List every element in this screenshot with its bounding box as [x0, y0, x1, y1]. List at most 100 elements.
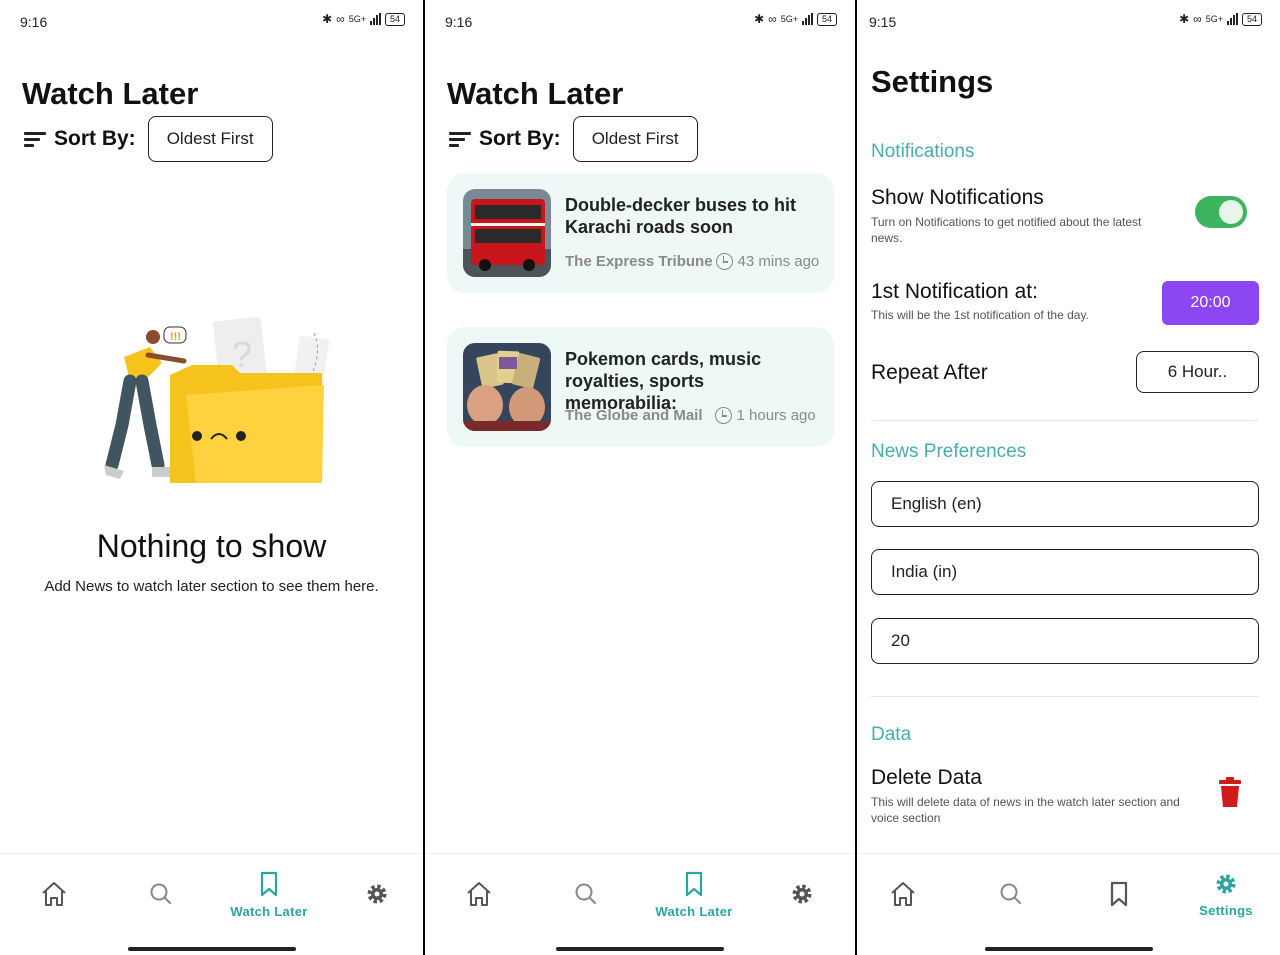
sort-label: Sort By:: [54, 127, 136, 150]
svg-text:!!!: !!!: [170, 331, 181, 343]
nav-watch-later[interactable]: [1069, 854, 1169, 934]
home-indicator: [984, 947, 1153, 951]
battery-icon: 54: [816, 12, 837, 26]
nav-home[interactable]: [857, 854, 953, 934]
section-news-preferences: News Preferences: [871, 441, 1027, 462]
article-card[interactable]: Pokemon cards, music royalties, sports m…: [447, 327, 834, 447]
nav-search[interactable]: [111, 854, 211, 934]
settings-screen: 9:15 ✱ ∞ 5G+ 54 Settings Notifications S…: [857, 0, 1280, 955]
bookmark-icon: [685, 871, 703, 896]
sort-row: Sort By: Oldest First: [449, 116, 698, 162]
page-title: Watch Later: [447, 76, 624, 111]
repeat-after-dropdown[interactable]: 6 Hour..: [1136, 351, 1259, 393]
first-notification-time-button[interactable]: 20:00: [1162, 281, 1259, 325]
clock-icon: [714, 407, 732, 424]
article-card[interactable]: Double-decker buses to hit Karachi roads…: [447, 173, 834, 293]
bottom-nav: Watch Later: [425, 853, 855, 955]
delete-data-title: Delete Data: [871, 766, 982, 789]
nav-settings[interactable]: Settings: [1176, 854, 1276, 934]
status-bar: 9:16 ✱ ∞ 5G+ 54: [425, 0, 855, 42]
page-title: Watch Later: [22, 76, 199, 111]
sort-icon: [449, 131, 471, 147]
article-time: 1 hours ago: [736, 407, 816, 424]
signal-icon: [801, 13, 813, 25]
network-label: 5G+: [1205, 14, 1223, 24]
nav-label-watch-later: Watch Later: [230, 903, 308, 919]
network-label: 5G+: [780, 14, 798, 24]
show-notifications-title: Show Notifications: [871, 186, 1044, 209]
first-notification-subtitle: This will be the 1st notification of the…: [871, 308, 1089, 322]
link-icon: ∞: [768, 12, 777, 26]
status-icons: ✱ ∞ 5G+ 54: [1179, 12, 1262, 26]
status-bar: 9:16 ✱ ∞ 5G+ 54: [0, 0, 423, 42]
nav-settings[interactable]: [752, 854, 852, 934]
divider: [871, 420, 1259, 421]
page-title: Settings: [871, 64, 994, 99]
nav-search[interactable]: [536, 854, 636, 934]
screens: 9:16 ✱ ∞ 5G+ 54 Watch Later Sort By: Old…: [0, 0, 1280, 955]
watch-later-list-screen: 9:16 ✱ ∞ 5G+ 54 Watch Later Sort By: Old…: [425, 0, 855, 955]
nav-watch-later[interactable]: Watch Later: [644, 854, 744, 934]
article-thumbnail: [463, 189, 551, 277]
gear-icon: [792, 884, 812, 904]
article-meta: The Express Tribune 43 mins ago: [565, 253, 820, 270]
bluetooth-icon: ✱: [322, 12, 333, 26]
nav-home[interactable]: [4, 854, 104, 934]
nav-watch-later[interactable]: Watch Later: [219, 854, 319, 934]
status-icons: ✱ ∞ 5G+ 54: [322, 12, 405, 26]
sort-icon: [24, 131, 46, 147]
status-time: 9:16: [445, 14, 473, 30]
bookmark-icon: [260, 871, 278, 896]
gear-icon: [1216, 874, 1236, 893]
nav-home[interactable]: [429, 854, 529, 934]
show-notifications-toggle[interactable]: [1195, 196, 1247, 228]
signal-icon: [369, 13, 381, 25]
sort-label: Sort By:: [479, 127, 561, 150]
article-source: The Globe and Mail: [565, 407, 703, 424]
home-indicator: [556, 947, 724, 951]
nav-label-settings: Settings: [1199, 902, 1253, 918]
first-notification-title: 1st Notification at:: [871, 280, 1038, 303]
news-count-field[interactable]: 20: [871, 618, 1259, 664]
status-icons: ✱ ∞ 5G+ 54: [754, 12, 837, 26]
battery-icon: 54: [1241, 12, 1262, 26]
home-icon: [467, 882, 491, 906]
link-icon: ∞: [1193, 12, 1202, 26]
sort-dropdown[interactable]: Oldest First: [572, 116, 698, 162]
signal-icon: [1226, 13, 1238, 25]
empty-state-subtitle: Add News to watch later section to see t…: [44, 578, 379, 595]
language-dropdown[interactable]: English (en): [871, 481, 1259, 527]
nav-label-watch-later: Watch Later: [655, 903, 733, 919]
show-notifications-subtitle: Turn on Notifications to get notified ab…: [871, 215, 1142, 245]
status-time: 9:15: [869, 14, 897, 30]
gear-icon: [367, 884, 387, 904]
nav-search[interactable]: [961, 854, 1061, 934]
article-time: 43 mins ago: [737, 253, 820, 270]
bluetooth-icon: ✱: [754, 12, 765, 26]
section-data: Data: [871, 724, 912, 745]
search-icon: [575, 883, 596, 904]
divider: [871, 696, 1259, 697]
watch-later-empty-screen: 9:16 ✱ ∞ 5G+ 54 Watch Later Sort By: Old…: [0, 0, 423, 955]
article-source: The Express Tribune: [565, 253, 713, 270]
article-headline: Pokemon cards, music royalties, sports m…: [565, 349, 762, 413]
repeat-after-title: Repeat After: [871, 361, 988, 384]
article-meta: The Globe and Mail 1 hours ago: [565, 407, 820, 424]
bottom-nav: Watch Later: [0, 853, 423, 955]
sort-row: Sort By: Oldest First: [24, 116, 273, 162]
section-notifications: Notifications: [871, 141, 975, 162]
sort-dropdown[interactable]: Oldest First: [147, 116, 273, 162]
status-bar: 9:15 ✱ ∞ 5G+ 54: [857, 0, 1280, 42]
status-time: 9:16: [20, 14, 48, 30]
home-indicator: [127, 947, 296, 951]
country-dropdown[interactable]: India (in): [871, 549, 1259, 595]
home-icon: [891, 882, 915, 906]
nav-settings[interactable]: [327, 854, 423, 934]
clock-icon: [715, 253, 733, 270]
trash-icon[interactable]: [1218, 776, 1242, 808]
article-thumbnail: [463, 343, 551, 431]
article-headline: Double-decker buses to hit Karachi roads…: [565, 195, 797, 237]
search-icon: [150, 883, 171, 904]
bluetooth-icon: ✱: [1179, 12, 1190, 26]
delete-data-subtitle: This will delete data of news in the wat…: [871, 795, 1180, 825]
